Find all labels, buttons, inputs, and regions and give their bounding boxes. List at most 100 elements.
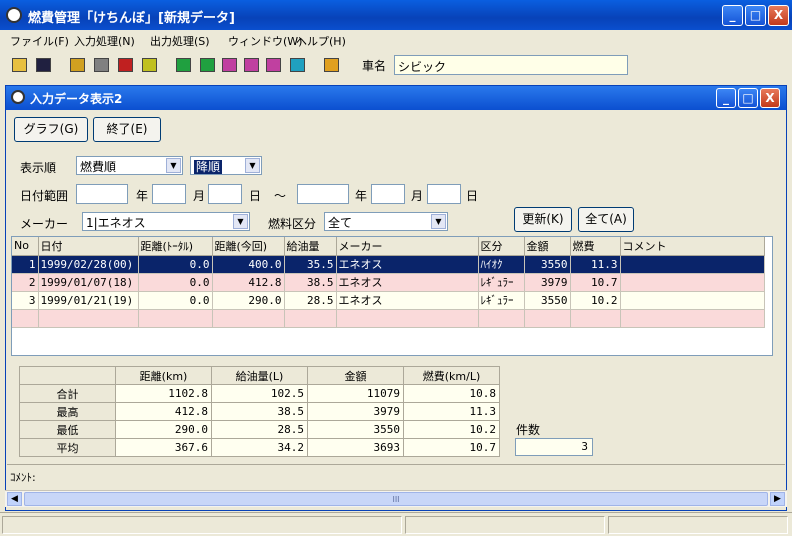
tool-icon-5[interactable] (176, 58, 191, 72)
child-app-icon (11, 90, 25, 104)
tool-icon-9[interactable] (266, 58, 281, 72)
end-year-input[interactable] (297, 184, 349, 204)
date-range-separator: ～ (274, 189, 287, 203)
status-bar (0, 512, 792, 536)
tool-icon-3[interactable] (118, 58, 133, 72)
count-label: 件数 (516, 423, 541, 437)
child-titlebar[interactable]: 入力データ表示2 _ □ X (6, 86, 786, 110)
menu-input[interactable]: 入力処理(N) (74, 33, 135, 49)
summary-row-label: 平均 (19, 438, 116, 457)
col-header[interactable]: 日付 (38, 237, 139, 256)
tool-icon-11[interactable] (324, 58, 339, 72)
menu-window[interactable]: ウィンドウ(W) (228, 33, 302, 49)
chevron-down-icon: ▼ (166, 158, 181, 173)
tool-icon-8[interactable] (244, 58, 259, 72)
menu-output[interactable]: 出力処理(S) (150, 33, 210, 49)
maker-select-value: 1|エネオス (86, 216, 146, 230)
table-row[interactable]: 3 1999/01/21(19) 0.0 290.0 28.5 エネオス ﾚｷﾞ… (12, 291, 765, 310)
update-button[interactable]: 更新(K) (514, 207, 572, 232)
col-header[interactable]: 距離(今回) (212, 237, 285, 256)
open-icon[interactable] (12, 58, 27, 72)
start-year-input[interactable] (76, 184, 128, 204)
start-month-label: 月 (193, 189, 206, 203)
menu-file[interactable]: ファイル(F) (10, 33, 69, 49)
cell-efficiency: 10.2 (570, 291, 621, 310)
tool-icon-4[interactable] (142, 58, 157, 72)
cell-fuel: 28.5 (284, 291, 337, 310)
maximize-button[interactable]: □ (745, 5, 766, 26)
cell-price: 3979 (524, 273, 571, 292)
table-row[interactable]: 2 1999/01/07(18) 0.0 412.8 38.5 エネオス ﾚｷﾞ… (12, 273, 765, 292)
tool-icon-1[interactable] (70, 58, 85, 72)
tool-icon-2[interactable] (94, 58, 109, 72)
data-grid[interactable]: No 日付 距離(ﾄｰﾀﾙ) 距離(今回) 給油量 メーカー 区分 金額 燃費 … (11, 236, 773, 356)
start-year-label: 年 (136, 189, 149, 203)
save-icon[interactable] (36, 58, 51, 72)
summary-value: 412.8 (115, 402, 212, 421)
app-title: 燃費管理「けちんぼ」[新規データ] (28, 11, 235, 26)
app-titlebar[interactable]: 燃費管理「けちんぼ」[新規データ] _ □ X (0, 0, 792, 30)
cell-distance: 290.0 (212, 291, 285, 310)
maker-select[interactable]: 1|エネオス ▼ (82, 212, 250, 231)
tool-icon-7[interactable] (222, 58, 237, 72)
col-header[interactable]: メーカー (336, 237, 479, 256)
start-month-input[interactable] (152, 184, 186, 204)
cell-comment (620, 291, 765, 310)
cell-total-distance: 0.0 (138, 273, 213, 292)
end-day-input[interactable] (427, 184, 461, 204)
col-header[interactable]: 金額 (524, 237, 571, 256)
close-button[interactable]: X (768, 5, 789, 26)
summary-value: 3693 (307, 438, 404, 457)
count-value: 3 (515, 438, 593, 456)
summary-row-label: 最高 (19, 402, 116, 421)
cell-kind: ﾊｲｵｸ (478, 255, 525, 274)
child-close-button[interactable]: X (760, 88, 780, 108)
cell-no: 2 (12, 273, 39, 292)
col-header[interactable]: 燃費 (570, 237, 621, 256)
scroll-right-icon[interactable]: ▶ (770, 492, 785, 506)
start-day-label: 日 (249, 189, 262, 203)
cell-date: 1999/01/21(19) (38, 291, 139, 310)
horizontal-scrollbar[interactable]: ◀ III ▶ (5, 490, 787, 507)
minimize-button[interactable]: _ (722, 5, 743, 26)
order-select[interactable]: 降順 ▼ (190, 156, 262, 175)
fuel-type-select[interactable]: 全て ▼ (324, 212, 448, 231)
cell-date: 1999/01/07(18) (38, 273, 139, 292)
car-name-field[interactable]: シビック (394, 55, 628, 75)
summary-col-header: 金額 (307, 366, 404, 385)
cell-distance: 400.0 (212, 255, 285, 274)
child-minimize-button[interactable]: _ (716, 88, 736, 108)
grid-header-row: No 日付 距離(ﾄｰﾀﾙ) 距離(今回) 給油量 メーカー 区分 金額 燃費 … (12, 237, 765, 256)
sort-select[interactable]: 燃費順 ▼ (76, 156, 183, 175)
col-header[interactable]: 区分 (478, 237, 525, 256)
scroll-thumb[interactable]: III (24, 492, 768, 506)
graph-button[interactable]: グラフ(G) (14, 117, 88, 142)
table-row-empty[interactable] (12, 309, 765, 328)
end-day-label: 日 (466, 189, 479, 203)
exit-button[interactable]: 終了(E) (93, 117, 161, 142)
cell-efficiency: 10.7 (570, 273, 621, 292)
col-header[interactable]: No (12, 237, 39, 256)
sort-label: 表示順 (20, 161, 57, 175)
cell-fuel: 35.5 (284, 255, 337, 274)
tool-icon-6[interactable] (200, 58, 215, 72)
all-button[interactable]: 全て(A) (578, 207, 634, 232)
cell-fuel: 38.5 (284, 273, 337, 292)
col-header[interactable]: コメント (620, 237, 765, 256)
col-header[interactable]: 距離(ﾄｰﾀﾙ) (138, 237, 213, 256)
date-range-label: 日付範囲 (20, 189, 69, 203)
scroll-left-icon[interactable]: ◀ (7, 492, 22, 506)
menu-help[interactable]: ヘルプ(H) (296, 33, 346, 49)
summary-col-header: 燃費(km/L) (403, 366, 500, 385)
col-header[interactable]: 給油量 (284, 237, 337, 256)
cell-price: 3550 (524, 255, 571, 274)
child-maximize-button[interactable]: □ (738, 88, 758, 108)
end-month-input[interactable] (371, 184, 405, 204)
start-day-input[interactable] (208, 184, 242, 204)
table-row[interactable]: 1 1999/02/28(00) 0.0 400.0 35.5 エネオス ﾊｲｵ… (12, 255, 765, 274)
fuel-type-select-value: 全て (328, 216, 353, 230)
summary-value: 11.3 (403, 402, 500, 421)
tool-icon-10[interactable] (290, 58, 305, 72)
end-year-label: 年 (355, 189, 368, 203)
cell-comment (620, 255, 765, 274)
